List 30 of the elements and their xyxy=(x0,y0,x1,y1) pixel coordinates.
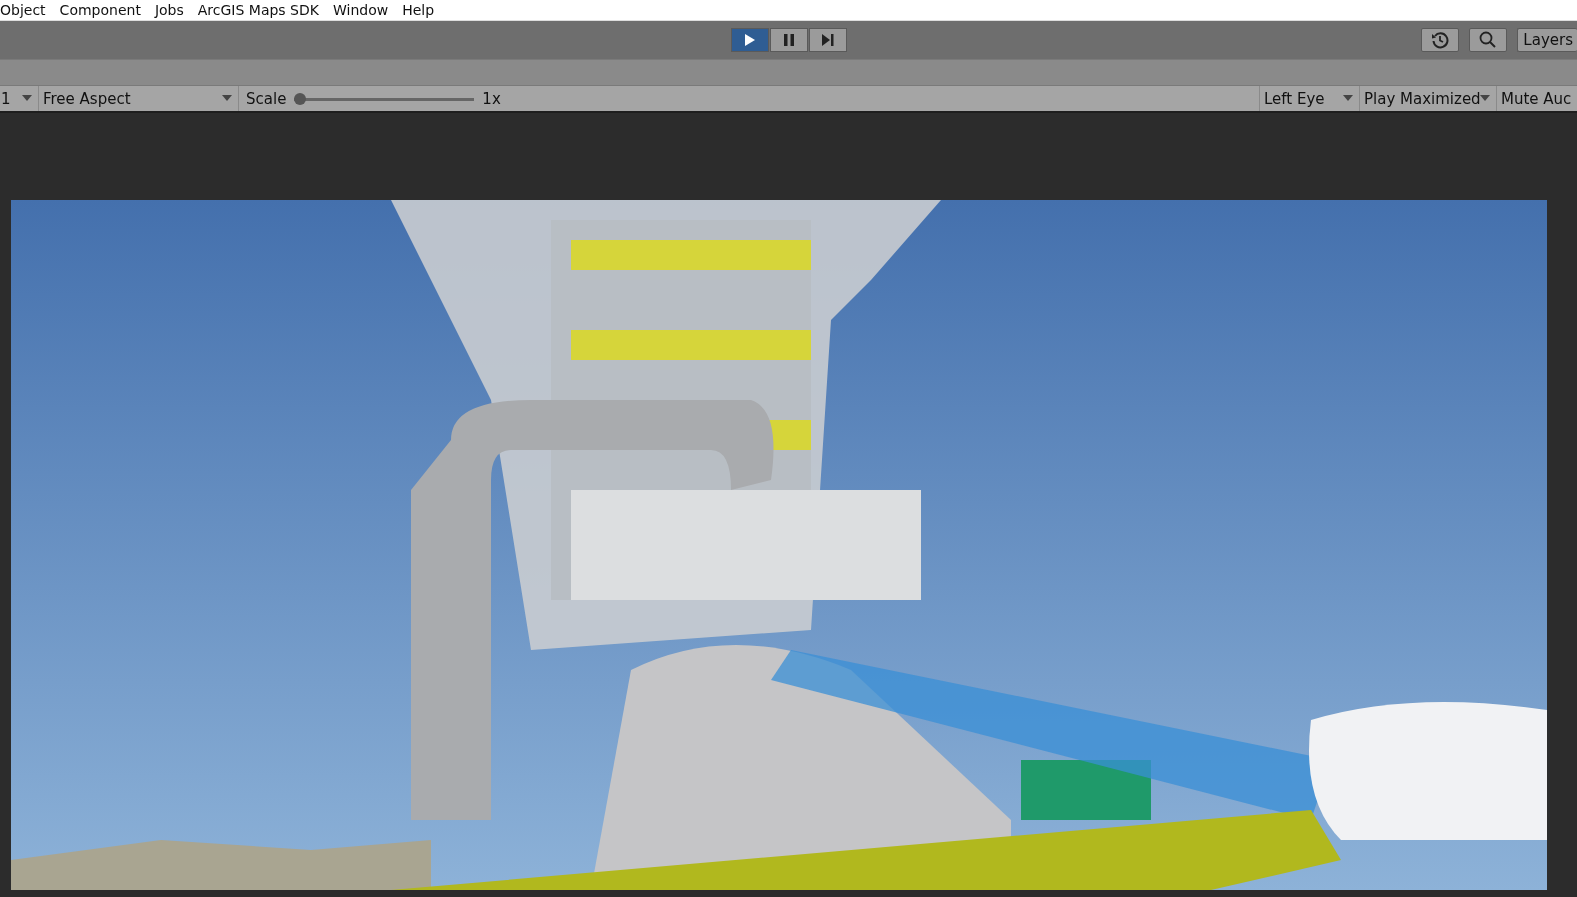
caret-icon xyxy=(222,95,232,101)
search-button[interactable] xyxy=(1469,28,1508,52)
aspect-dropdown[interactable]: Free Aspect xyxy=(39,86,239,111)
pause-button[interactable] xyxy=(769,28,808,52)
scale-label: Scale xyxy=(246,89,287,108)
search-icon xyxy=(1479,31,1498,49)
caret-icon xyxy=(22,95,32,101)
play-button[interactable] xyxy=(730,28,769,52)
menu-item[interactable]: Component xyxy=(59,2,141,18)
display-dropdown[interactable]: 1 xyxy=(0,86,39,111)
history-button[interactable] xyxy=(1421,28,1460,52)
caret-icon xyxy=(1480,95,1490,101)
menu-item[interactable]: Window xyxy=(332,2,389,18)
slider-thumb[interactable] xyxy=(294,92,307,105)
menu-item[interactable]: ArcGIS Maps SDK xyxy=(197,2,319,18)
scale-value: 1x xyxy=(482,89,501,108)
history-icon xyxy=(1431,31,1450,49)
menu-item[interactable]: Help xyxy=(402,2,435,18)
play-mode-dropdown[interactable]: Play Maximized xyxy=(1360,86,1497,111)
pause-icon xyxy=(783,34,794,46)
menu-item[interactable]: Object xyxy=(0,2,46,18)
layers-dropdown[interactable]: Layers xyxy=(1517,28,1577,52)
mute-audio-toggle[interactable]: Mute Auc xyxy=(1497,86,1577,111)
step-button[interactable] xyxy=(808,28,847,52)
eye-dropdown[interactable]: Left Eye xyxy=(1260,86,1360,111)
play-icon xyxy=(744,34,755,46)
caret-icon xyxy=(1343,95,1353,101)
step-icon xyxy=(821,34,834,46)
scale-slider[interactable] xyxy=(294,92,475,105)
menu-item[interactable]: Jobs xyxy=(154,2,184,18)
